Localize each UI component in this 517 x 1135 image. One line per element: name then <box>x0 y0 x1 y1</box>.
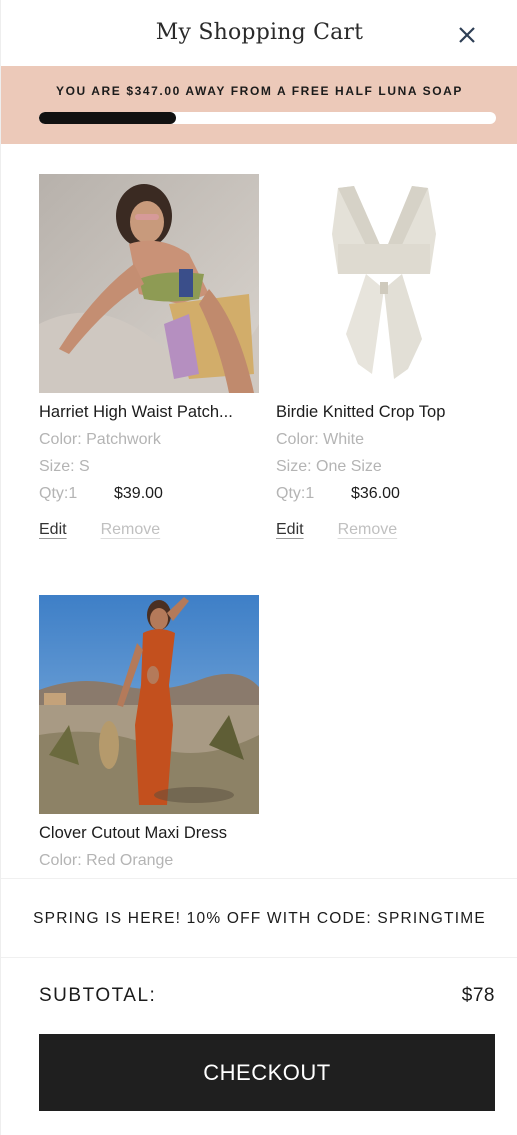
product-name[interactable]: Harriet High Waist Patch... <box>39 403 264 422</box>
product-name[interactable]: Clover Cutout Maxi Dress <box>39 824 264 843</box>
product-size: Size: One Size <box>276 458 382 475</box>
product-quantity: Qty:1 <box>39 485 78 502</box>
subtotal-value: $78 <box>461 985 495 1006</box>
product-price: $36.00 <box>351 485 400 502</box>
product-color: Color: White <box>276 431 365 448</box>
item-actions: Edit Remove <box>39 521 259 539</box>
checkout-button[interactable]: CHECKOUT <box>39 1034 495 1111</box>
edit-link[interactable]: Edit <box>276 521 304 539</box>
product-image[interactable] <box>39 174 259 393</box>
subtotal-label: SUBTOTAL: <box>39 985 157 1006</box>
promo-banner: SPRING IS HERE! 10% OFF WITH CODE: SPRIN… <box>1 878 517 958</box>
subtotal-row: SUBTOTAL: $78 <box>39 985 495 1009</box>
product-name[interactable]: Birdie Knitted Crop Top <box>276 403 501 422</box>
product-color: Color: Patchwork <box>39 431 161 448</box>
product-image[interactable] <box>39 595 259 814</box>
item-actions: Edit Remove <box>276 521 496 539</box>
cart-items-list: Harriet High Waist Patch... Color: Patch… <box>1 144 517 878</box>
free-gift-message: YOU ARE $347.00 AWAY FROM A FREE HALF LU… <box>55 84 464 98</box>
remove-link[interactable]: Remove <box>338 521 398 539</box>
close-icon[interactable] <box>456 24 478 46</box>
product-quantity: Qty:1 <box>276 485 315 502</box>
free-gift-banner: YOU ARE $347.00 AWAY FROM A FREE HALF LU… <box>1 66 517 144</box>
cart-item: Clover Cutout Maxi Dress Color: Red Oran… <box>39 595 259 870</box>
quantity-price-row: Qty:1 $39.00 <box>39 485 259 503</box>
product-color: Color: Red Orange <box>39 852 174 869</box>
remove-link[interactable]: Remove <box>101 521 161 539</box>
cart-item: Birdie Knitted Crop Top Color: White Siz… <box>276 174 496 539</box>
product-image[interactable] <box>276 174 496 393</box>
product-price: $39.00 <box>114 485 163 502</box>
cart-title: My Shopping Cart <box>155 20 364 45</box>
cart-item: Harriet High Waist Patch... Color: Patch… <box>39 174 259 539</box>
free-gift-progress-bar <box>39 112 496 124</box>
promo-text: SPRING IS HERE! 10% OFF WITH CODE: SPRIN… <box>33 910 486 927</box>
quantity-price-row: Qty:1 $36.00 <box>276 485 496 503</box>
cart-header: My Shopping Cart <box>1 0 517 66</box>
shopping-cart-drawer: My Shopping Cart YOU ARE $347.00 AWAY FR… <box>0 0 517 1135</box>
product-size: Size: S <box>39 458 90 475</box>
progress-fill <box>39 112 177 124</box>
edit-link[interactable]: Edit <box>39 521 67 539</box>
